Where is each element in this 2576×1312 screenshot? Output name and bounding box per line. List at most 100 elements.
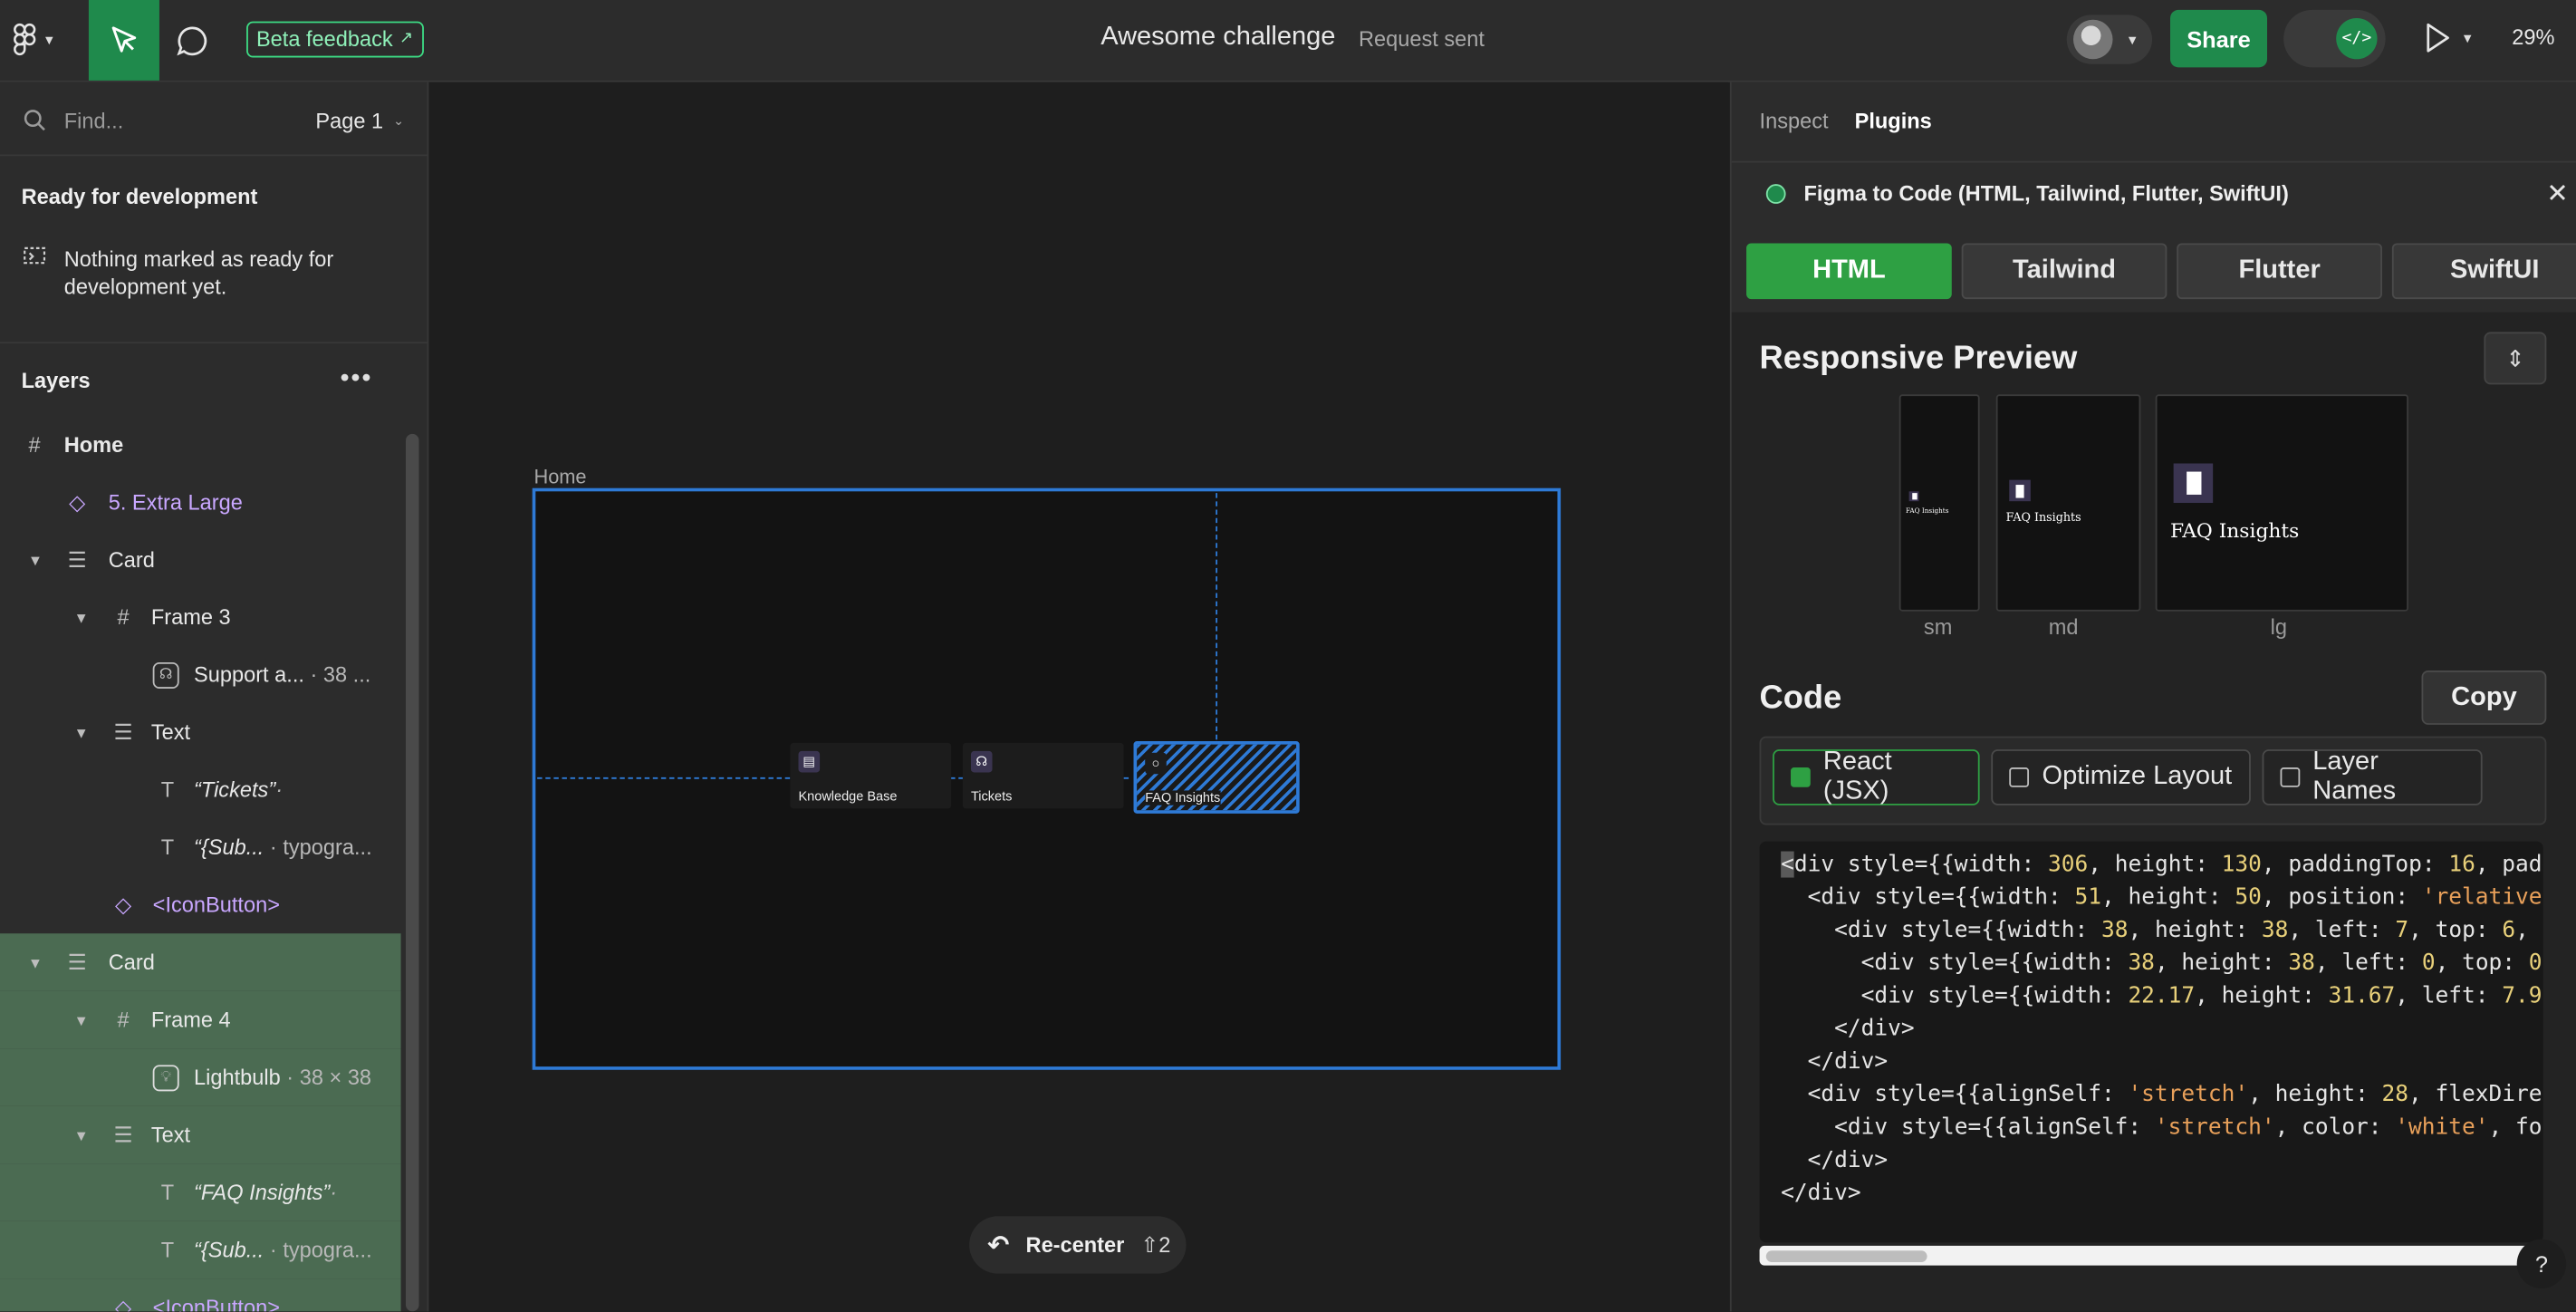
find-bar[interactable]: Find... Page 1 ⌄ — [23, 103, 404, 136]
autolayout-icon: ☰ — [67, 949, 87, 974]
layer-names-toggle[interactable]: Layer Names — [2262, 748, 2483, 806]
divider — [1731, 160, 2576, 163]
layer-row[interactable]: T “{Sub... · typogra... — [0, 1220, 401, 1279]
recenter-shortcut: ⇧2 — [1140, 1231, 1171, 1257]
frame-label[interactable]: Home — [533, 465, 586, 487]
code-title: Code — [1759, 680, 1842, 717]
book-icon: ▤ — [798, 750, 821, 773]
zoom-menu[interactable]: 29% — [2512, 24, 2554, 49]
layer-row[interactable]: ◇ 5. Extra Large — [0, 473, 401, 530]
code-line: <div style={{width: 38, height: 38, left… — [1781, 950, 2543, 977]
tickets-card[interactable]: ☊ Tickets — [962, 742, 1124, 809]
framework-tab-html[interactable]: HTML — [1746, 243, 1952, 300]
preview-label: FAQ Insights — [2005, 511, 2081, 525]
lightbulb-icon — [2173, 463, 2214, 504]
option-label: Layer Names — [2312, 748, 2397, 806]
knowledge-base-card[interactable]: ▤ Knowledge Base — [790, 742, 952, 809]
card-label: Tickets — [970, 788, 1013, 804]
caret-down-icon[interactable]: ▼ — [28, 954, 43, 970]
autolayout-icon: ☰ — [67, 546, 87, 572]
layer-label: Card — [108, 546, 155, 573]
comment-icon — [177, 26, 207, 56]
code-line: <div style={{width: 22.17, height: 31.67… — [1781, 982, 2543, 1009]
layer-label: 5. Extra Large — [108, 489, 243, 515]
layer-row[interactable]: T “{Sub... · typogra... — [0, 818, 401, 875]
layer-row[interactable]: ☊ Support a... · 38 ... — [0, 646, 401, 703]
page-selector[interactable]: Page 1 ⌄ — [315, 108, 404, 132]
support-agent-icon: ☊ — [970, 750, 993, 773]
ready-for-dev-icon — [24, 246, 46, 265]
tab-plugins[interactable]: Plugins — [1855, 109, 1932, 133]
move-tool-button[interactable] — [88, 0, 159, 81]
layer-label: Text — [150, 719, 191, 745]
layer-label: “{Sub... · typogra... — [194, 834, 372, 860]
layer-row[interactable]: ▼ ☰ Text — [0, 703, 401, 760]
frame-icon: # — [117, 1007, 130, 1033]
caret-down-icon[interactable]: ▼ — [28, 552, 43, 568]
framework-tab-tailwind[interactable]: Tailwind — [1961, 243, 2167, 300]
code-line: </div> — [1781, 1147, 1889, 1174]
share-button[interactable]: Share — [2170, 9, 2268, 68]
framework-tab-flutter[interactable]: Flutter — [2177, 243, 2382, 300]
right-panel: Inspect Plugins Figma to Code (HTML, Tai… — [1729, 82, 2576, 1312]
comment-tool-button[interactable] — [171, 20, 214, 63]
layer-row[interactable]: T “FAQ Insights”· — [0, 1163, 401, 1221]
code-options: React (JSX) Optimize Layout Layer Names — [1759, 736, 2547, 825]
caret-down-icon[interactable]: ▼ — [74, 1011, 89, 1027]
layer-row[interactable]: ▼ ☰ Card — [0, 933, 401, 991]
search-icon — [24, 110, 45, 131]
layer-row[interactable]: ▼ # Frame 3 — [0, 588, 401, 645]
close-icon[interactable]: ✕ — [2546, 178, 2568, 210]
panel-tabs: Inspect Plugins — [1760, 109, 1932, 133]
text-icon: T — [160, 1180, 175, 1205]
beta-feedback-button[interactable]: Beta feedback ↗ — [246, 21, 424, 58]
design-canvas[interactable]: Home ▤ Knowledge Base ☊ Tickets ○ FAQ In… — [428, 82, 1729, 1312]
caret-down-icon[interactable]: ▼ — [74, 1126, 89, 1143]
layer-row[interactable]: 💡︎ Lightbulb · 38 × 38 — [0, 1048, 401, 1106]
option-label: Optimize Layout — [2042, 762, 2233, 791]
layer-row[interactable]: ◇ <IconButton> — [0, 876, 401, 933]
code-block[interactable]: <div style={{width: 306, height: 130, pa… — [1759, 841, 2543, 1243]
scroll-thumb[interactable] — [1765, 1250, 1927, 1262]
beta-feedback-label: Beta feedback — [255, 26, 393, 52]
layer-row[interactable]: T “Tickets”· — [0, 761, 401, 818]
find-input[interactable]: Find... — [64, 108, 124, 132]
tab-inspect[interactable]: Inspect — [1760, 109, 1829, 133]
faq-insights-card[interactable]: ○ FAQ Insights — [1133, 741, 1300, 814]
component-instance-icon: ◇ — [114, 1294, 132, 1312]
layer-row[interactable]: ▼ # Frame 4 — [0, 990, 401, 1049]
caret-down-icon[interactable]: ▼ — [74, 724, 89, 740]
optimize-layout-toggle[interactable]: Optimize Layout — [1991, 749, 2251, 806]
layers-scrollbar[interactable] — [406, 433, 419, 1312]
recenter-button[interactable]: ↶ Re-center ⇧2 — [969, 1216, 1187, 1274]
preview-label: FAQ Insights — [1905, 506, 1949, 515]
layer-row[interactable]: ◇ <IconButton> — [0, 1278, 401, 1312]
code-line: </div> — [1781, 1048, 1889, 1076]
code-line: </div> — [1781, 1015, 1915, 1042]
dev-mode-toggle[interactable]: </> — [2283, 9, 2386, 68]
present-button[interactable]: ▼ — [2425, 23, 2474, 53]
expand-vertical-icon[interactable]: ⇕ — [2484, 332, 2547, 385]
code-horizontal-scrollbar[interactable] — [1759, 1245, 2543, 1266]
help-button[interactable]: ? — [2516, 1239, 2567, 1289]
user-menu-button[interactable]: ▼ — [2066, 14, 2153, 64]
framework-tab-swiftui[interactable]: SwiftUI — [2391, 243, 2576, 300]
layer-row[interactable]: # Home — [0, 416, 401, 473]
top-bar: ▼ Beta feedback ↗ Awesome challenge Requ… — [0, 0, 2576, 82]
ready-for-dev-title: Ready for development — [21, 184, 258, 209]
code-icon: </> — [2336, 17, 2378, 60]
react-jsx-toggle[interactable]: React (JSX) — [1773, 748, 1980, 806]
more-options-icon[interactable]: ••• — [340, 365, 372, 395]
copy-button[interactable]: Copy — [2421, 670, 2547, 725]
document-title[interactable]: Awesome challenge — [1101, 23, 1335, 53]
figma-logo-icon — [14, 23, 36, 56]
caret-down-icon[interactable]: ▼ — [74, 609, 89, 625]
divider — [0, 342, 428, 344]
preview-md: FAQ Insights — [1995, 394, 2141, 612]
figma-menu-button[interactable]: ▼ — [14, 20, 66, 60]
lightbulb-icon: ○ — [1145, 752, 1167, 775]
layer-row[interactable]: ▼ ☰ Text — [0, 1105, 401, 1164]
layer-row[interactable]: ▼ ☰ Card — [0, 531, 401, 588]
avatar — [2072, 19, 2113, 60]
preview-label: FAQ Insights — [2170, 519, 2300, 543]
